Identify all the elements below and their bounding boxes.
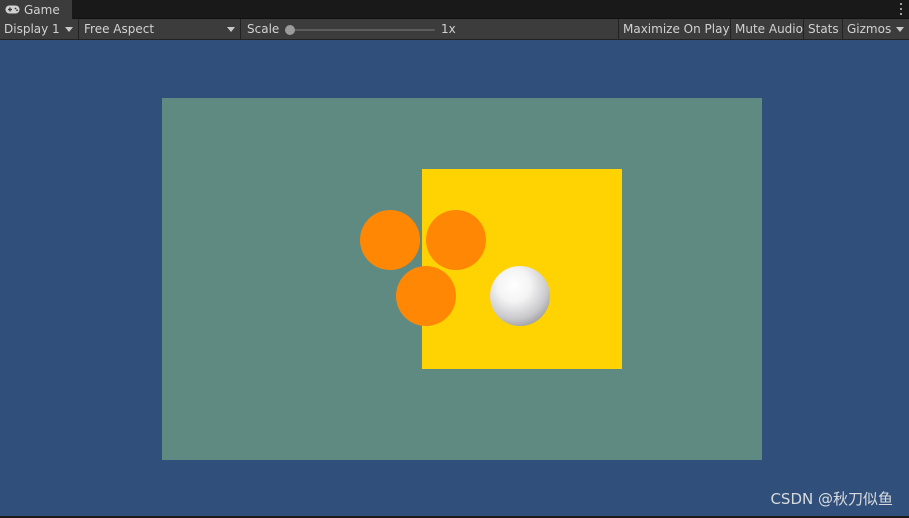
- mute-audio-toggle[interactable]: Mute Audio: [730, 19, 803, 39]
- watermark: CSDN @秋刀似鱼: [770, 490, 893, 508]
- display-dropdown[interactable]: Display 1: [0, 19, 79, 39]
- stats-toggle[interactable]: Stats: [803, 19, 839, 39]
- maximize-on-play-label: Maximize On Play: [623, 22, 730, 36]
- maximize-on-play-toggle[interactable]: Maximize On Play: [618, 19, 730, 39]
- stats-label: Stats: [808, 22, 839, 36]
- display-dropdown-label: Display 1: [4, 22, 60, 36]
- chevron-down-icon: [227, 27, 235, 32]
- scale-slider-handle[interactable]: [285, 25, 295, 35]
- gamepad-icon: [5, 5, 20, 14]
- scale-label: Scale: [247, 22, 280, 36]
- white-sphere: [490, 266, 550, 326]
- tab-strip: Game: [0, 0, 909, 19]
- scale-value: 1x: [441, 22, 456, 36]
- chevron-down-icon: [65, 27, 73, 32]
- gizmos-label: Gizmos: [847, 22, 892, 36]
- aspect-dropdown[interactable]: Free Aspect: [80, 19, 241, 39]
- tab-game[interactable]: Game: [0, 0, 73, 19]
- gizmos-dropdown[interactable]: Gizmos: [842, 19, 909, 39]
- orange-disc: [396, 266, 456, 326]
- unity-game-window: Game Display 1 Free Aspect Scale 1x Maxi…: [0, 0, 909, 518]
- aspect-dropdown-label: Free Aspect: [84, 22, 155, 36]
- scale-slider-track[interactable]: [289, 29, 435, 31]
- chevron-down-icon: [896, 27, 904, 32]
- tab-game-label: Game: [24, 2, 60, 17]
- mute-audio-label: Mute Audio: [735, 22, 803, 36]
- more-options-icon[interactable]: [899, 2, 903, 16]
- orange-disc: [426, 210, 486, 270]
- orange-disc: [360, 210, 420, 270]
